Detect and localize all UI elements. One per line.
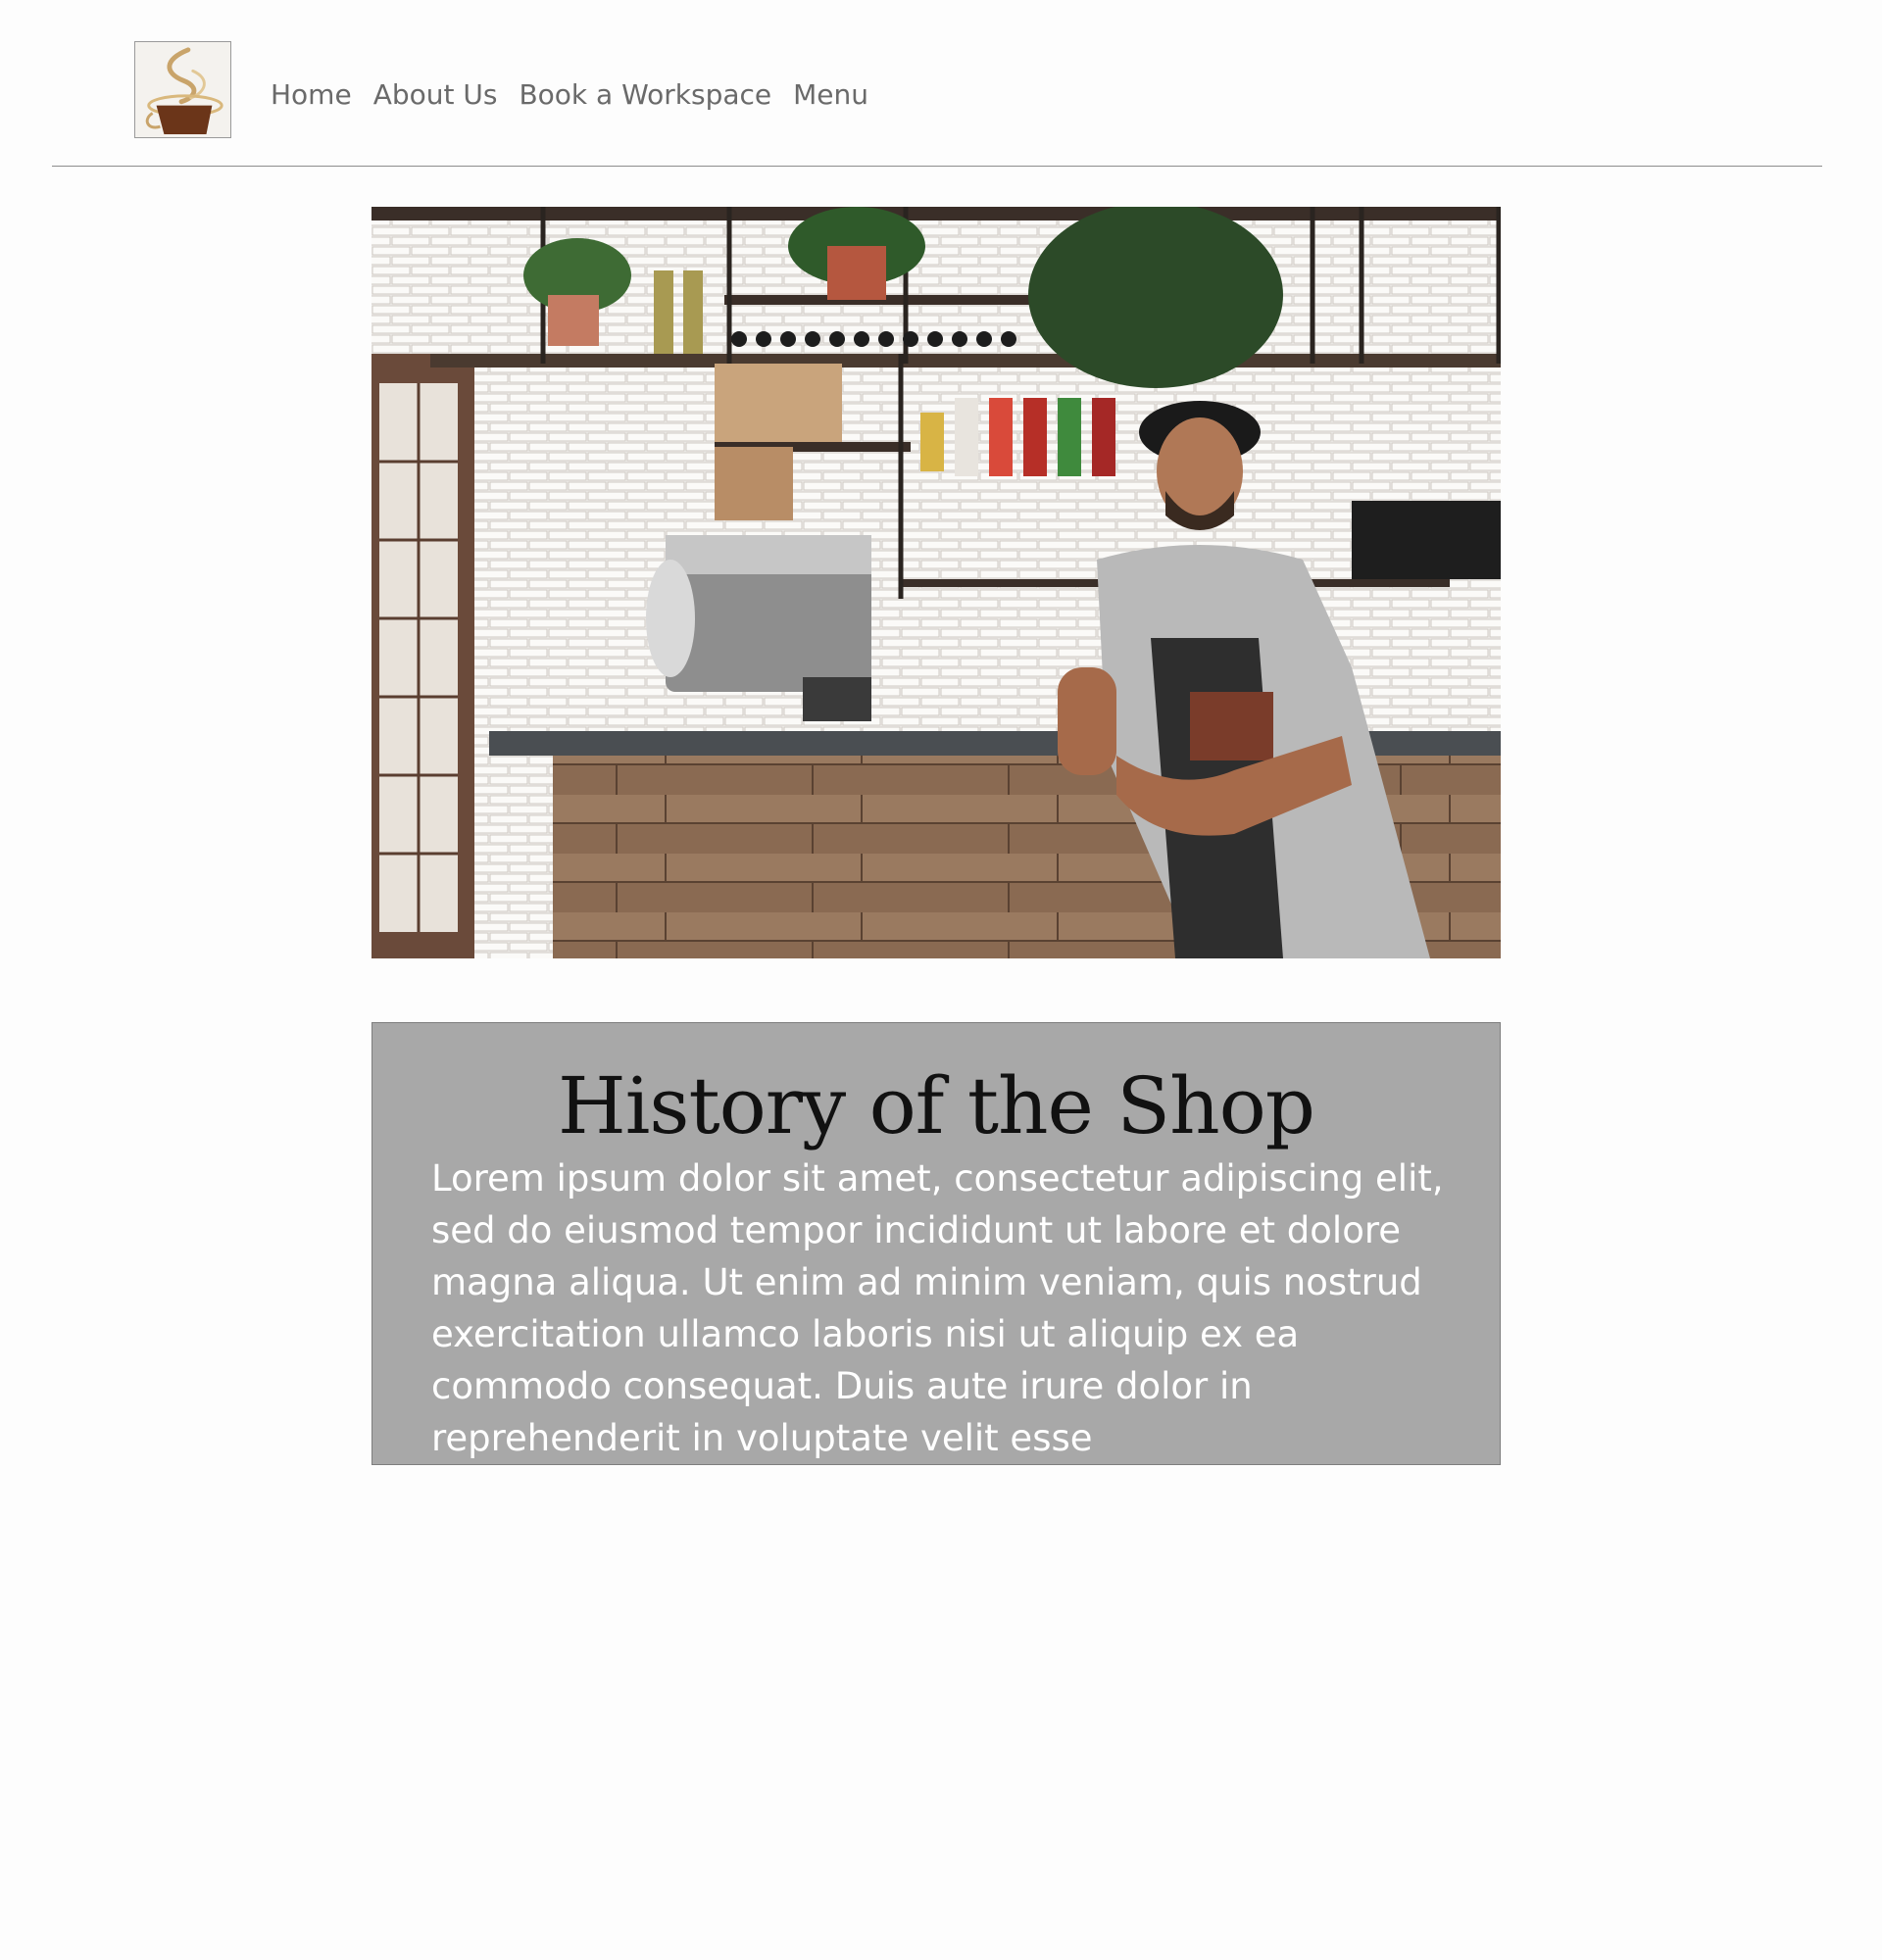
main-nav: Home About Us Book a Workspace Menu <box>271 78 868 111</box>
nav-menu[interactable]: Menu <box>793 78 868 111</box>
barista-photo <box>371 207 1501 958</box>
header-divider <box>52 166 1822 167</box>
coffee-cup-icon <box>135 42 230 137</box>
nav-home[interactable]: Home <box>271 78 352 111</box>
logo[interactable] <box>134 41 231 138</box>
history-title: History of the Shop <box>558 1060 1315 1152</box>
hero-image <box>371 207 1501 958</box>
site-header: Home About Us Book a Workspace Menu <box>0 0 1882 172</box>
nav-book-a-workspace[interactable]: Book a Workspace <box>519 78 771 111</box>
history-body: Lorem ipsum dolor sit amet, consectetur … <box>431 1157 1444 1459</box>
history-panel: History of the Shop Lorem ipsum dolor si… <box>371 1022 1501 1465</box>
nav-about-us[interactable]: About Us <box>373 78 498 111</box>
